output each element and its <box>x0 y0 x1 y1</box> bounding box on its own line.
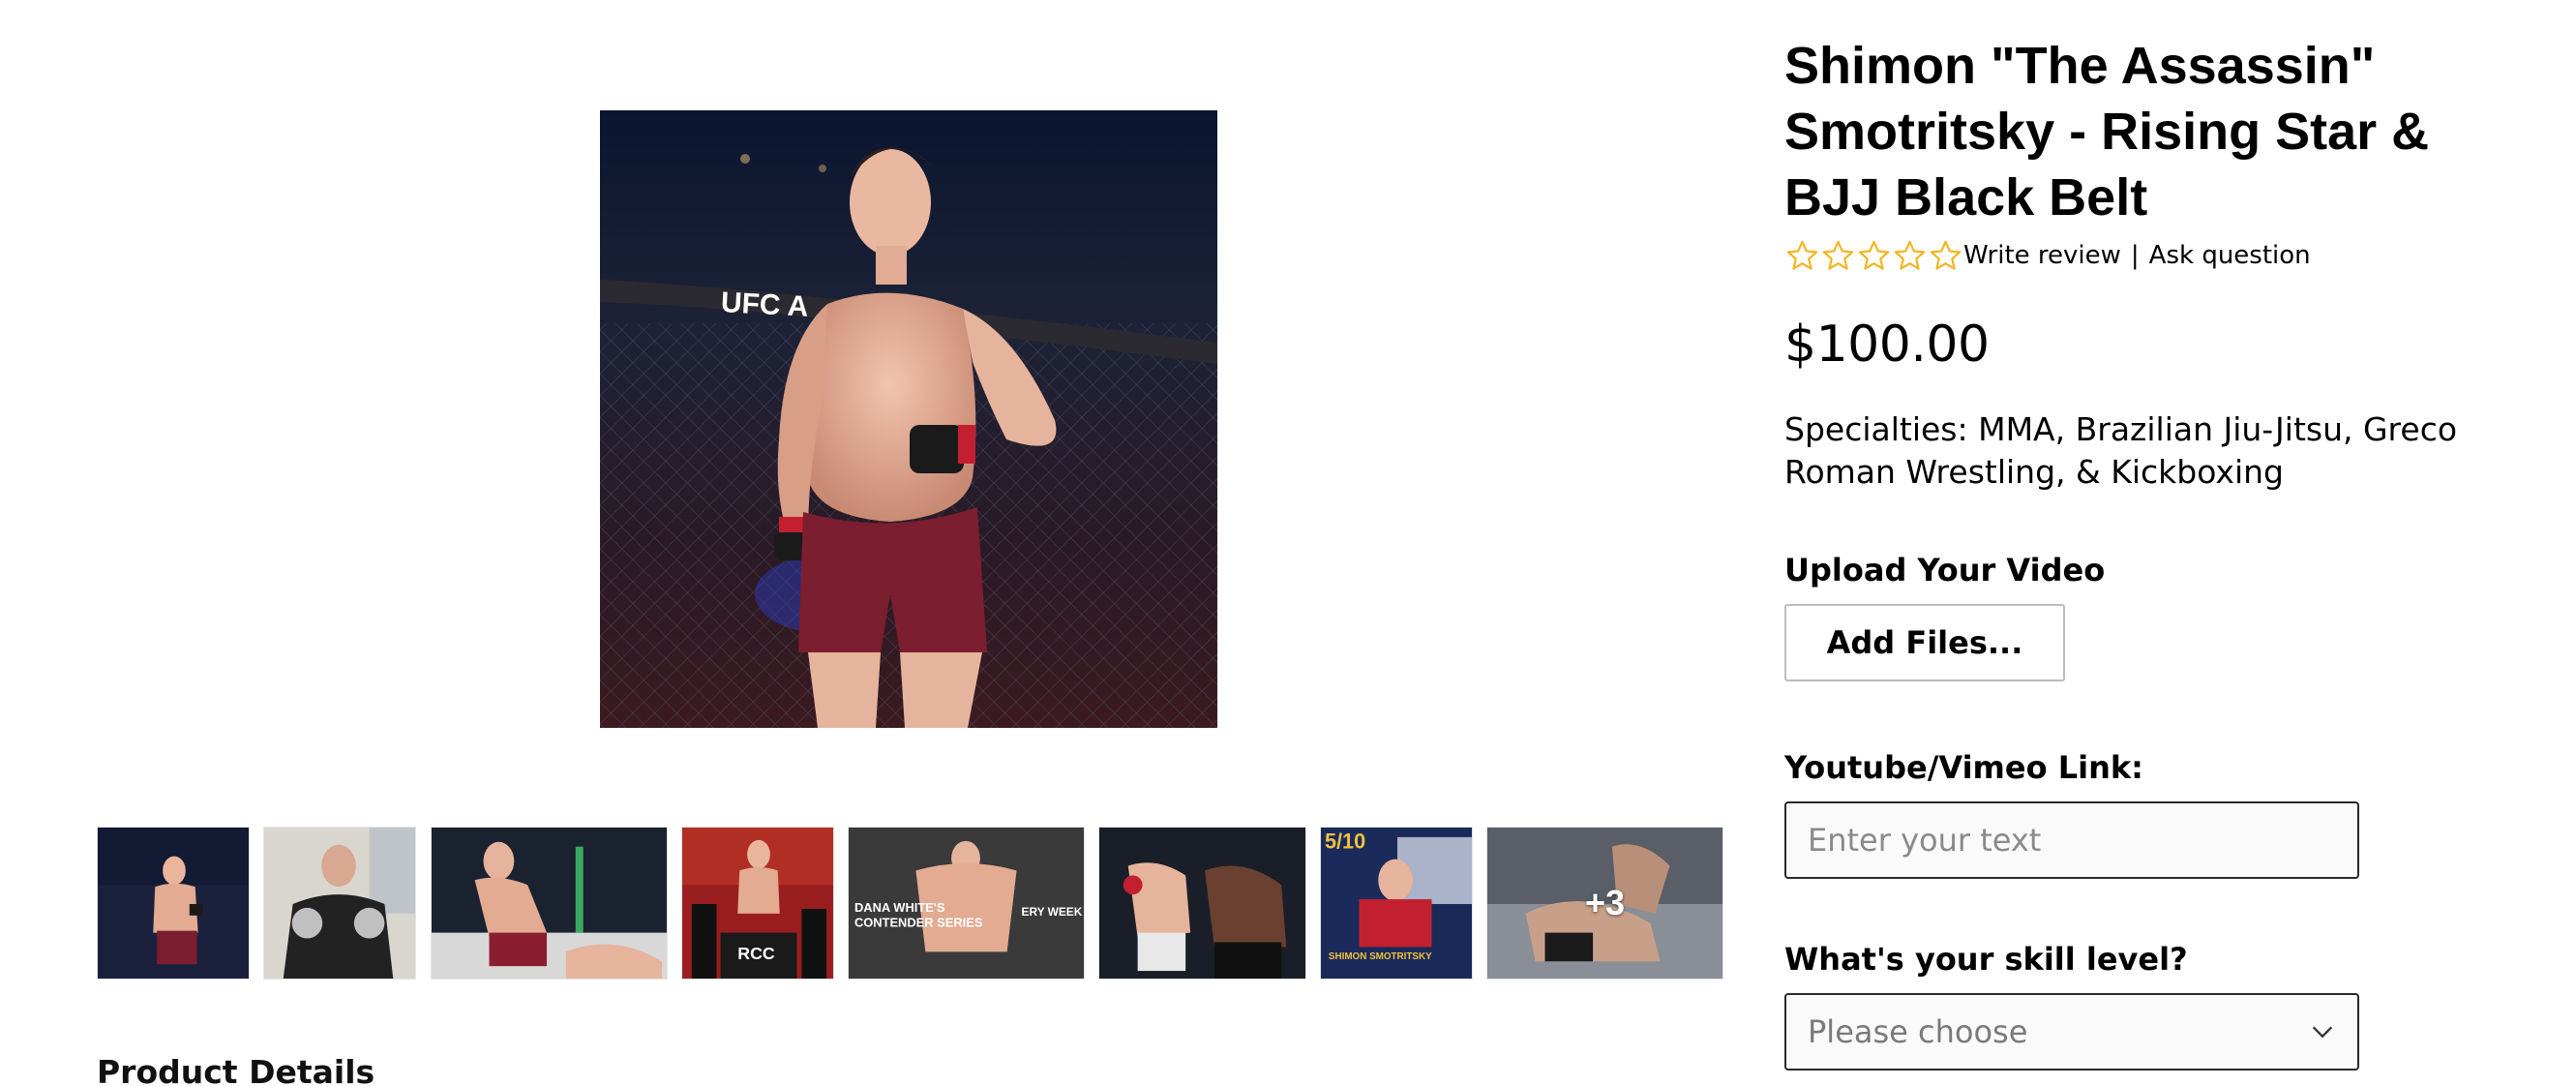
star-icon[interactable] <box>1928 238 1963 274</box>
product-info: Shimon "The Assassin" Smotritsky - Risin… <box>1784 33 2559 1071</box>
product-title: Shimon "The Assassin" Smotritsky - Risin… <box>1784 37 2430 226</box>
thumbnail-4[interactable]: RCC <box>681 827 834 980</box>
thumbnail-7[interactable]: 5/10 SHIMON SMOTRITSKY <box>1320 827 1473 980</box>
fight-action-photo-icon <box>432 828 667 979</box>
rcc-sign-text: RCC <box>737 944 775 963</box>
star-icon[interactable] <box>1856 238 1892 274</box>
skill-level-select[interactable]: Please choose <box>1784 993 2359 1071</box>
thumbnail-1[interactable] <box>97 827 250 980</box>
rating-links: Write review | Ask question <box>1963 241 2311 270</box>
ask-question-link[interactable]: Ask question <box>2149 241 2311 270</box>
fighter-gloves-photo-icon <box>264 828 415 979</box>
every-week-text: ERY WEEK <box>1022 905 1083 919</box>
thumbnail-3[interactable] <box>431 827 668 980</box>
add-files-button[interactable]: Add Files... <box>1784 604 2065 681</box>
poster-date-text: 5/10 <box>1325 830 1365 854</box>
dana-white-text: DANA WHITE'S <box>854 900 945 915</box>
star-icon[interactable] <box>1892 238 1928 274</box>
star-rating[interactable] <box>1784 238 1963 274</box>
poster-fighter-text: SHIMON SMOTRITSKY <box>1329 951 1432 962</box>
skill-level-label: What's your skill level? <box>1784 941 2188 978</box>
more-images-count[interactable]: +3 <box>1487 828 1722 979</box>
thumbnail-2[interactable] <box>263 827 416 980</box>
product-details-heading[interactable]: Product Details <box>97 1053 374 1086</box>
rating-row: Write review | Ask question <box>1784 236 2559 275</box>
thumbnail-5[interactable]: DANA WHITE'S CONTENDER SERIES ERY WEEK <box>848 827 1085 980</box>
thumbnail-6[interactable] <box>1098 827 1306 980</box>
chevron-down-icon <box>2312 1026 2333 1039</box>
contender-series-text: CONTENDER SERIES <box>854 916 983 930</box>
write-review-link[interactable]: Write review <box>1963 241 2121 270</box>
link-separator: | <box>2130 241 2140 270</box>
strike-action-photo-icon <box>1099 828 1305 979</box>
star-icon[interactable] <box>1820 238 1856 274</box>
main-product-image[interactable]: UFC A <box>600 110 1217 728</box>
upload-video-label: Upload Your Video <box>1784 552 2106 588</box>
star-icon[interactable] <box>1784 238 1820 274</box>
video-link-input[interactable] <box>1784 801 2359 879</box>
fighter-photo-icon: UFC A <box>600 110 1217 728</box>
ufc-banner-text: UFC A <box>720 287 809 323</box>
thumbnail-8[interactable]: +3 <box>1486 827 1723 980</box>
weigh-in-photo-icon: RCC <box>682 828 833 979</box>
fighter-cage-photo-icon <box>98 828 249 979</box>
product-price: $100.00 <box>1784 316 1990 374</box>
skill-level-selected: Please choose <box>1808 1013 2028 1050</box>
product-description: Specialties: MMA, Brazilian Jiu-Jitsu, G… <box>1784 410 2458 491</box>
video-link-label: Youtube/Vimeo Link: <box>1784 749 2143 786</box>
promo-poster-photo-icon: 5/10 SHIMON SMOTRITSKY <box>1321 828 1472 979</box>
contender-series-photo-icon: DANA WHITE'S CONTENDER SERIES ERY WEEK <box>849 828 1084 979</box>
